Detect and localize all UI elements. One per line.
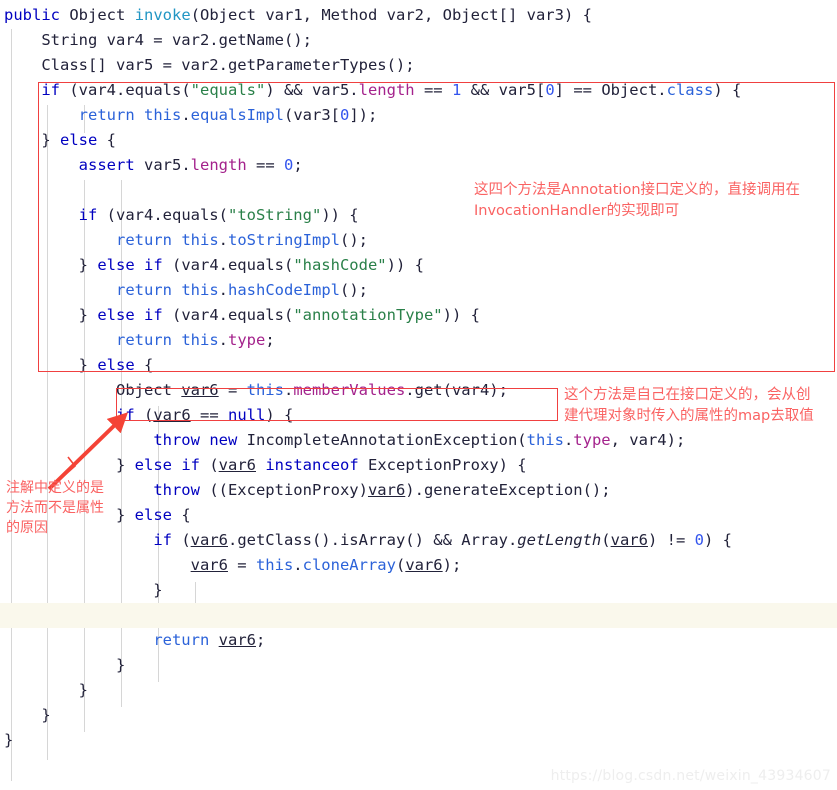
watermark-url: https://blog.csdn.net/weixin_43934607 — [550, 768, 831, 784]
annotation-text-member-values: 这个方法是自己在接口定义的，会从创 建代理对象时传入的属性的map去取值 — [564, 387, 814, 424]
annotation-text-method-not-field: 注解中定义的是 方法而不是属性 的原因 — [6, 480, 104, 536]
code-editor-surface[interactable]: public Object invoke(Object var1, Method… — [0, 0, 837, 790]
annotation-text-annotation-interface: 这四个方法是Annotation接口定义的，直接调用在 InvocationHa… — [474, 182, 801, 219]
